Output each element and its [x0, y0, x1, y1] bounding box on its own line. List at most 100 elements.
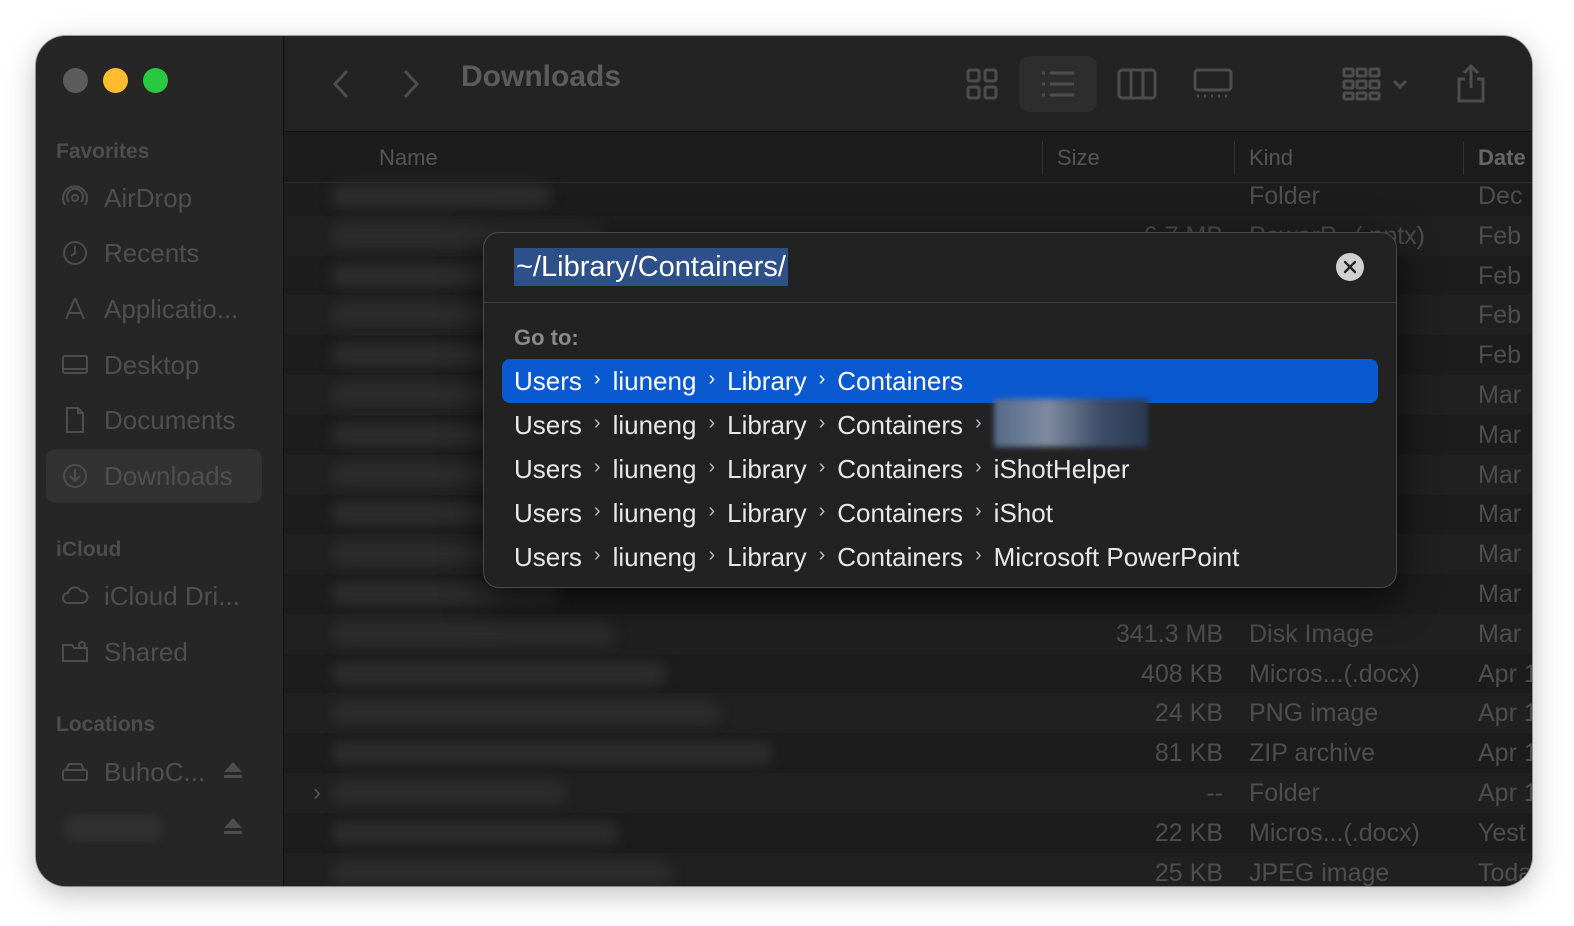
sidebar-item-airdrop[interactable]: AirDrop [46, 171, 262, 225]
chevron-right-icon: › [593, 499, 601, 522]
path-crumb: Containers [837, 541, 963, 572]
path-suggestion[interactable]: Users › liuneng › Library › Containers [502, 359, 1378, 403]
columns-icon [1117, 68, 1157, 100]
path-crumb: Users [514, 409, 582, 440]
path-crumb: liuneng [612, 497, 697, 528]
eject-icon[interactable] [222, 759, 244, 781]
file-size: 81 KB [1154, 739, 1223, 768]
applications-icon [60, 294, 90, 324]
file-date: Mar [1478, 500, 1522, 529]
file-date: Toda [1478, 858, 1532, 886]
close-window-button[interactable] [63, 68, 88, 93]
path-crumb: Library [727, 409, 807, 440]
share-button[interactable] [1451, 56, 1491, 112]
path-suggestion[interactable]: Users › liuneng › Library › Containers › [502, 399, 1378, 447]
gallery-icon [1193, 68, 1233, 98]
path-crumb: liuneng [612, 453, 697, 484]
column-divider[interactable] [1234, 141, 1235, 175]
sidebar-item-applications[interactable]: Applicatio... [46, 282, 262, 336]
clear-button[interactable] [1336, 253, 1364, 281]
table-row[interactable]: Folder Dec [285, 176, 1532, 216]
column-date-header[interactable]: Date [1478, 145, 1526, 171]
path-crumb: Containers [837, 453, 963, 484]
table-row[interactable]: 22 KB Micros...(.docx) Yest [285, 813, 1532, 853]
window-title: Downloads [461, 60, 622, 93]
eject-icon[interactable] [222, 815, 244, 837]
sidebar-section-icloud: iCloud [56, 538, 122, 561]
column-view-button[interactable] [1111, 56, 1163, 112]
path-crumb: liuneng [612, 541, 697, 572]
sidebar-item-label: Desktop [104, 349, 200, 380]
zoom-window-button[interactable] [143, 68, 168, 93]
traffic-lights [63, 68, 168, 93]
sidebar-item-icloud-drive[interactable]: iCloud Dri... [46, 569, 262, 623]
sidebar-item-blurred-location[interactable] [46, 801, 262, 855]
path-crumb: Users [514, 497, 582, 528]
column-kind-header[interactable]: Kind [1249, 145, 1293, 171]
table-row[interactable]: 81 KB ZIP archive Apr 1 [285, 733, 1532, 773]
icon-view-button[interactable] [957, 56, 1007, 112]
file-date: Mar [1478, 381, 1522, 409]
sidebar-item-label: Downloads [104, 460, 233, 491]
table-row[interactable]: 24 KB PNG image Apr 1 [285, 693, 1532, 734]
path-crumb: Containers [837, 365, 963, 396]
sidebar-item-label: Shared [104, 636, 188, 667]
chevron-right-icon: › [975, 411, 982, 434]
path-suggestion[interactable]: Users › liuneng › Library › Containers › iShot [502, 491, 1378, 535]
grid-icon [966, 68, 998, 100]
table-row[interactable]: › -- Folder Apr 1 [285, 773, 1532, 813]
sidebar-item-recents[interactable]: Recents [46, 226, 262, 280]
chevron-right-icon: › [708, 499, 716, 522]
column-divider[interactable] [1042, 141, 1043, 175]
chevron-left-icon [332, 69, 349, 99]
drive-icon [60, 757, 90, 787]
sidebar-item-desktop[interactable]: Desktop [46, 338, 262, 392]
sidebar-item-shared[interactable]: Shared [46, 625, 262, 679]
path-suggestion[interactable]: Users › liuneng › Library › Containers › iShotHe… [502, 447, 1378, 491]
blurred-file-name [331, 701, 720, 726]
file-date: Apr 1 [1478, 739, 1532, 768]
chevron-right-icon: › [818, 367, 826, 390]
chevron-right-icon: › [818, 543, 826, 566]
group-by-button[interactable] [1335, 56, 1415, 112]
blurred-file-name [331, 621, 614, 646]
path-crumb: Containers [837, 409, 963, 440]
chevron-right-icon: › [818, 411, 826, 434]
file-kind: PNG image [1249, 699, 1379, 728]
path-input-field[interactable]: ~/Library/Containers/ [484, 233, 1396, 303]
table-row[interactable]: 25 KB JPEG image Toda [285, 852, 1532, 886]
column-divider[interactable] [1463, 141, 1464, 175]
back-button[interactable] [325, 56, 357, 112]
table-row[interactable]: 341.3 MB Disk Image Mar [285, 613, 1532, 654]
gallery-view-button[interactable] [1185, 56, 1241, 112]
table-row[interactable]: 408 KB Micros...(.docx) Apr 1 [285, 654, 1532, 694]
blurred-folder-name [993, 399, 1148, 447]
minimize-window-button[interactable] [103, 68, 128, 93]
path-input-value[interactable]: ~/Library/Containers/ [514, 248, 788, 286]
toolbar: Downloads [285, 36, 1532, 132]
sidebar: Favorites AirDrop Recents Applicatio... … [36, 36, 284, 886]
file-kind: Micros...(.docx) [1249, 818, 1420, 847]
path-suggestion[interactable]: Users › liuneng › Library › Containers › Microso… [502, 535, 1378, 579]
column-size-header[interactable]: Size [1057, 145, 1100, 171]
airdrop-icon [60, 183, 90, 213]
blurred-location-label [64, 815, 164, 841]
file-size: 341.3 MB [1115, 619, 1223, 648]
blurred-file-name [331, 860, 672, 885]
file-date: Apr 1 [1478, 699, 1532, 728]
file-size: -- [1206, 779, 1223, 807]
path-crumb: Users [514, 453, 582, 484]
list-view-button[interactable] [1019, 56, 1097, 112]
chevron-right-icon: › [708, 411, 716, 434]
forward-button[interactable] [395, 56, 427, 112]
sidebar-item-documents[interactable]: Documents [46, 393, 262, 447]
list-icon [1042, 71, 1074, 97]
sidebar-item-downloads[interactable]: Downloads [46, 449, 262, 503]
blurred-file-name [331, 781, 566, 805]
column-name-header[interactable]: Name [379, 145, 438, 171]
file-size: 22 KB [1154, 818, 1223, 847]
disclosure-chevron-icon[interactable]: › [313, 779, 321, 807]
sidebar-item-buhoc-drive[interactable]: BuhoC... [46, 745, 262, 799]
chevron-right-icon: › [975, 455, 982, 478]
path-crumb: Library [727, 365, 807, 396]
